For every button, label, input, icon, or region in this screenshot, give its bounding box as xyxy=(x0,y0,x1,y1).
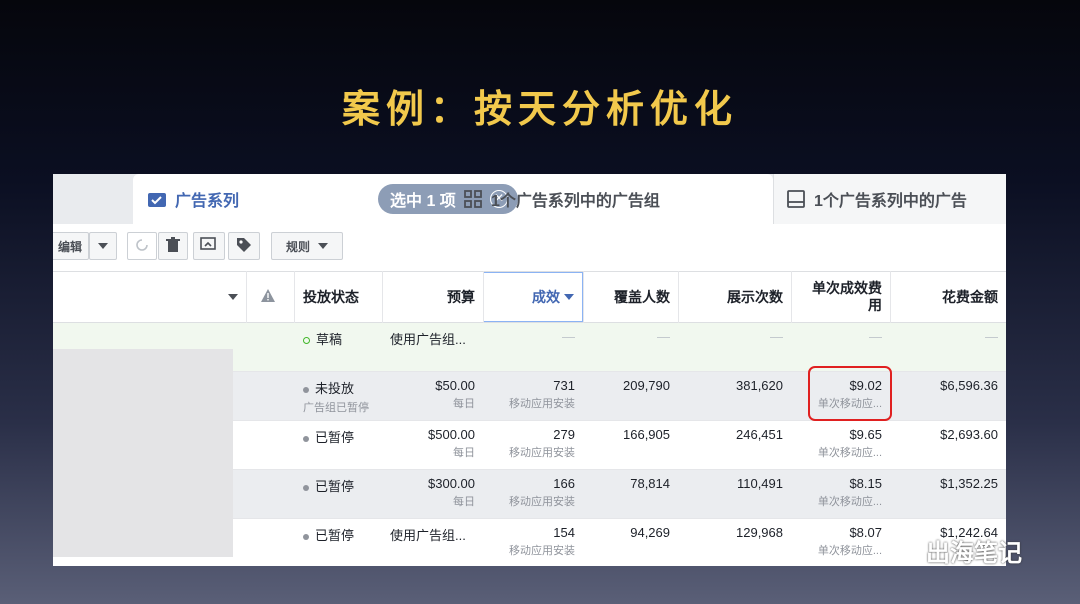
checkbox-folder-icon xyxy=(147,189,167,209)
budget-value: $300.00 xyxy=(428,476,475,491)
wechat-logo-icon xyxy=(890,535,920,567)
trash-icon xyxy=(166,236,180,256)
rules-button-label: 规则 xyxy=(285,239,310,254)
name-column-sort-icon[interactable] xyxy=(228,294,238,300)
spend-cell: $2,693.60 xyxy=(940,427,998,442)
duplicate-button[interactable] xyxy=(193,232,225,260)
edit-button-label: 编辑 xyxy=(57,239,82,254)
budget-cell: 使用广告组... xyxy=(390,332,466,347)
grid-icon xyxy=(463,189,483,209)
status-dot xyxy=(303,484,309,491)
watermark: 出海笔记 xyxy=(890,533,1022,568)
reach-cell: 94,269 xyxy=(630,525,670,540)
cpr-cell: — xyxy=(869,329,882,344)
cpr-value: $8.07 xyxy=(849,525,882,540)
highlight-box xyxy=(808,366,892,421)
refresh-button[interactable] xyxy=(127,232,157,260)
tag-button[interactable] xyxy=(228,232,260,260)
header-results-label: 成效 xyxy=(532,289,560,305)
header-status[interactable]: 投放状态 xyxy=(295,272,382,322)
budget-note: 每日 xyxy=(453,447,475,459)
redacted-names-block xyxy=(53,349,233,557)
sort-desc-icon xyxy=(564,294,574,300)
status-note: 广告组已暂停 xyxy=(303,402,369,414)
results-note: 移动应用安装 xyxy=(509,398,575,410)
impressions-cell: — xyxy=(770,329,783,344)
chevron-down-icon xyxy=(318,243,328,249)
status-text: 未投放 xyxy=(315,381,355,396)
ad-preview-icon xyxy=(786,189,806,209)
warning-icon xyxy=(261,289,275,307)
header-budget[interactable]: 预算 xyxy=(382,272,483,322)
tab-ads[interactable]: 1个广告系列中的广告 xyxy=(773,174,1006,224)
status-dot xyxy=(303,386,309,393)
budget-note: 每日 xyxy=(453,398,475,410)
budget-value: $500.00 xyxy=(428,427,475,442)
chevron-down-icon xyxy=(98,243,108,249)
impressions-cell: 129,968 xyxy=(736,525,783,540)
budget-note: 每日 xyxy=(453,496,475,508)
header-reach[interactable]: 覆盖人数 xyxy=(583,272,678,322)
tab-campaigns-label: 广告系列 xyxy=(175,193,240,210)
header-cost-per-result[interactable]: 单次成效费用 xyxy=(791,272,890,322)
reach-cell: — xyxy=(657,329,670,344)
toolbar: 编辑 规则 xyxy=(53,224,1006,272)
cpr-value: $9.65 xyxy=(849,427,882,442)
reach-cell: 166,905 xyxy=(623,427,670,442)
rules-button[interactable]: 规则 xyxy=(271,232,343,260)
results-value: 166 xyxy=(553,476,575,491)
results-value: 279 xyxy=(553,427,575,442)
tab-adsets[interactable]: 1个广告系列中的广告组 xyxy=(445,174,763,224)
impressions-cell: 110,491 xyxy=(736,476,783,491)
header-impressions[interactable]: 展示次数 xyxy=(678,272,791,322)
tab-bar: 广告系列 选中 1 项 ✕ 1个广告系列中的广告组 1个广告系列中的广告 xyxy=(53,174,1006,224)
results-note: 移动应用安装 xyxy=(509,496,575,508)
impressions-cell: 246,451 xyxy=(736,427,783,442)
status-dot xyxy=(303,435,309,442)
reach-cell: 209,790 xyxy=(623,378,670,393)
status-text: 已暂停 xyxy=(315,430,355,445)
cpr-note: 单次移动应... xyxy=(817,496,882,508)
spend-cell: $1,352.25 xyxy=(940,476,998,491)
reach-cell: 78,814 xyxy=(630,476,670,491)
edit-dropdown-button[interactable] xyxy=(89,232,117,260)
cpr-value: $8.15 xyxy=(849,476,882,491)
status-text: 草稿 xyxy=(316,332,343,347)
budget-value: $50.00 xyxy=(435,378,475,393)
spend-cell: $6,596.36 xyxy=(940,378,998,393)
tag-icon xyxy=(236,237,252,256)
ads-manager-screenshot: 广告系列 选中 1 项 ✕ 1个广告系列中的广告组 1个广告系列中的广告 编辑 … xyxy=(53,174,1006,566)
budget-cell: 使用广告组... xyxy=(390,528,466,543)
spend-cell: — xyxy=(985,329,998,344)
results-value: 154 xyxy=(553,525,575,540)
edit-button[interactable]: 编辑 xyxy=(53,232,89,260)
cpr-note: 单次移动应... xyxy=(817,545,882,557)
status-text: 已暂停 xyxy=(315,479,355,494)
header-results[interactable]: 成效 xyxy=(483,272,583,322)
table-header: 投放状态 预算 成效 覆盖人数 展示次数 单次成效费用 花费金额 xyxy=(53,271,1006,323)
results-note: 移动应用安装 xyxy=(509,447,575,459)
status-dot xyxy=(303,533,309,540)
refresh-icon xyxy=(134,237,150,256)
cpr-note: 单次移动应... xyxy=(817,447,882,459)
tab-ads-label: 1个广告系列中的广告 xyxy=(814,193,967,210)
results-note: 移动应用安装 xyxy=(509,545,575,557)
results-cell: — xyxy=(562,329,575,344)
results-value: 731 xyxy=(553,378,575,393)
status-dot xyxy=(303,337,310,345)
status-text: 已暂停 xyxy=(315,528,355,543)
impressions-cell: 381,620 xyxy=(736,378,783,393)
header-spend[interactable]: 花费金额 xyxy=(890,272,1006,322)
slide-title: 案例：按天分析优化 xyxy=(341,87,738,131)
delete-button[interactable] xyxy=(158,232,188,260)
duplicate-icon xyxy=(200,236,218,256)
watermark-text: 出海笔记 xyxy=(926,539,1022,567)
tab-adsets-label: 1个广告系列中的广告组 xyxy=(491,193,660,210)
